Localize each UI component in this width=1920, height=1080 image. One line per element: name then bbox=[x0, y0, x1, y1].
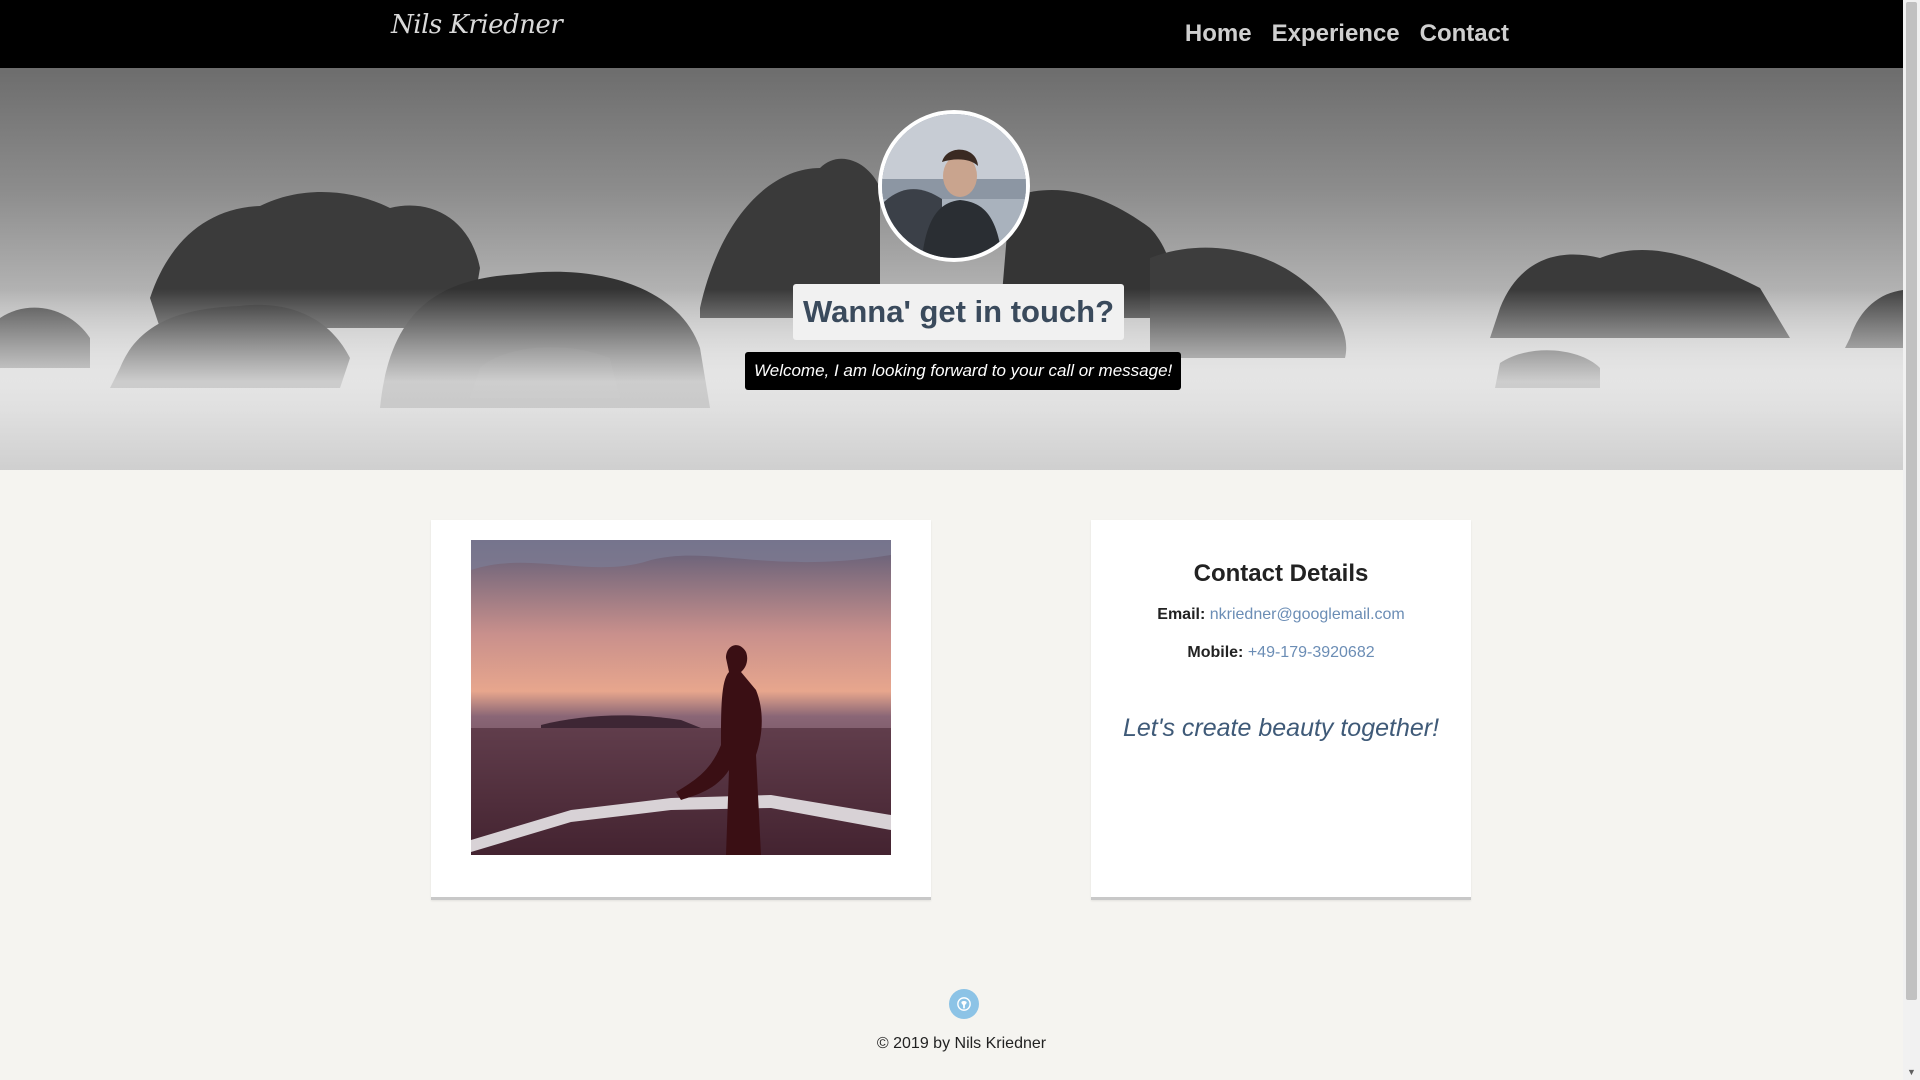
mobile-label: Mobile: bbox=[1187, 644, 1244, 661]
nav-experience[interactable]: Experience bbox=[1272, 20, 1400, 48]
scroll-down-arrow-icon[interactable]: ▼ bbox=[1906, 1067, 1917, 1077]
sunset-photo bbox=[471, 540, 891, 855]
photo-card bbox=[431, 520, 931, 900]
contact-tagline: Let's create beauty together! bbox=[1122, 714, 1440, 742]
profile-photo bbox=[882, 114, 1026, 258]
brand-logo[interactable]: Nils Kriedner bbox=[391, 10, 563, 40]
contact-card: Contact Details Email: nkriedner@googlem… bbox=[1091, 520, 1471, 900]
email-link[interactable]: nkriedner@googlemail.com bbox=[1210, 606, 1405, 623]
email-label: Email: bbox=[1157, 606, 1206, 623]
mobile-row: Mobile: +49-179-3920682 bbox=[1091, 644, 1471, 662]
hero-banner: Wanna' get in touch? Welcome, I am looki… bbox=[0, 68, 1903, 470]
email-row: Email: nkriedner@googlemail.com bbox=[1091, 606, 1471, 624]
hero-subtitle: Welcome, I am looking forward to your ca… bbox=[745, 352, 1182, 390]
page-scrollbar[interactable]: ▼ bbox=[1903, 0, 1920, 1080]
github-icon[interactable] bbox=[949, 989, 979, 1019]
top-navbar: Nils Kriedner Home Experience Contact bbox=[0, 0, 1903, 68]
main-nav: Home Experience Contact bbox=[1185, 0, 1509, 68]
hero-title: Wanna' get in touch? bbox=[793, 284, 1125, 340]
nav-home[interactable]: Home bbox=[1185, 20, 1252, 48]
github-icon-glyph bbox=[957, 997, 971, 1011]
contact-title: Contact Details bbox=[1193, 560, 1369, 587]
scrollbar-thumb[interactable] bbox=[1906, 2, 1917, 1000]
footer-copyright: © 2019 by Nils Kriedner bbox=[876, 1035, 1047, 1052]
profile-avatar bbox=[878, 110, 1030, 262]
nav-contact[interactable]: Contact bbox=[1420, 20, 1509, 48]
mobile-link[interactable]: +49-179-3920682 bbox=[1248, 644, 1375, 661]
